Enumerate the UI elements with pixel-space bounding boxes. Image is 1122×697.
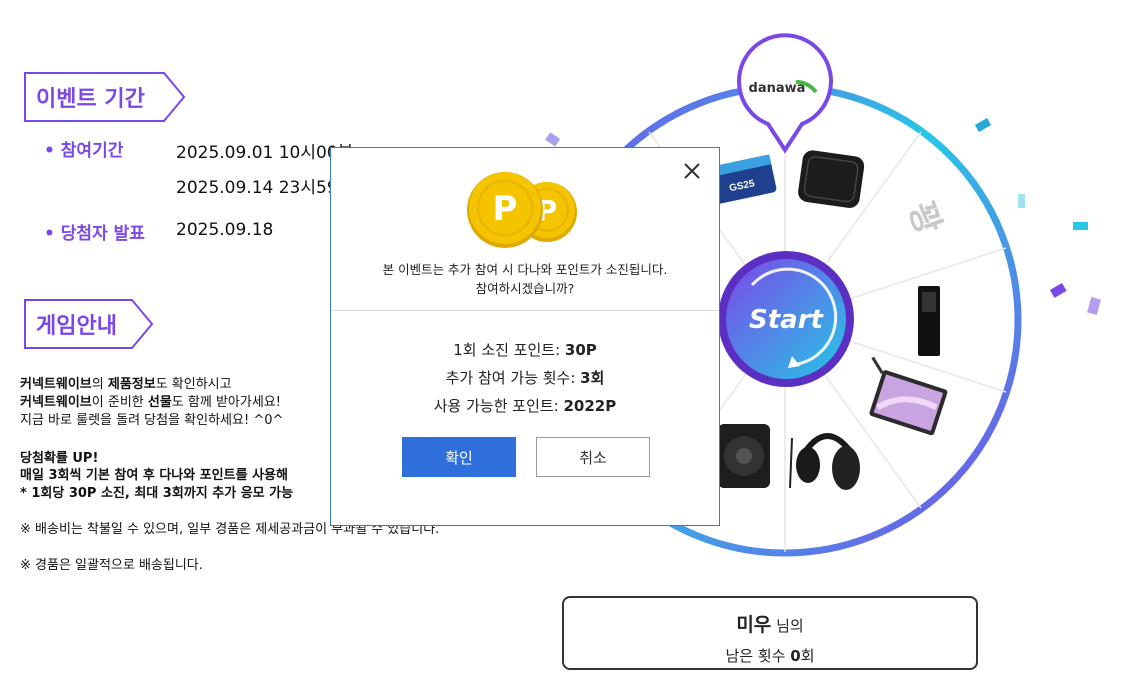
remaining-user: 미우 님의 xyxy=(564,610,976,637)
user-name: 미우 xyxy=(736,614,772,636)
point-stats: 1회 소진 포인트: 30P 추가 참여 가능 횟수: 3회 사용 가능한 포인… xyxy=(331,336,719,420)
extra-label: 추가 참여 가능 횟수: xyxy=(445,369,581,387)
dialog-message-line2: 참여하시겠습니까? xyxy=(475,281,575,296)
confetti-piece xyxy=(974,118,992,132)
close-icon[interactable] xyxy=(681,160,703,182)
user-suffix: 님의 xyxy=(771,617,804,635)
cost-row: 1회 소진 포인트: 30P xyxy=(331,336,719,364)
dialog-divider xyxy=(331,310,719,311)
confetti-piece xyxy=(1049,283,1067,298)
coin-letter: P xyxy=(493,189,518,229)
dialog-message: 본 이벤트는 추가 참여 시 다나와 포인트가 소진됩니다. 참여하시겠습니까? xyxy=(331,260,719,298)
prize-cooler xyxy=(718,424,770,488)
prize-pouch xyxy=(798,150,865,208)
count-unit: 회 xyxy=(800,647,815,665)
confetti-piece xyxy=(545,132,561,147)
confetti-piece xyxy=(1018,194,1025,208)
available-value: 2022P xyxy=(563,397,617,415)
available-row: 사용 가능한 포인트: 2022P xyxy=(331,392,719,420)
cancel-button[interactable]: 취소 xyxy=(536,437,650,477)
confetti-piece xyxy=(1073,222,1088,230)
remaining-count: 남은 횟수 0회 xyxy=(564,645,976,666)
point-confirm-dialog: P P 본 이벤트는 추가 참여 시 다나와 포인트가 소진됩니다. 참여하시겠… xyxy=(330,147,720,526)
dialog-message-line1: 본 이벤트는 추가 참여 시 다나와 포인트가 소진됩니다. xyxy=(382,262,668,277)
prize-ssd xyxy=(918,286,940,356)
confetti-piece xyxy=(1087,296,1101,316)
extra-row: 추가 참여 가능 횟수: 3회 xyxy=(331,364,719,392)
count-label: 남은 횟수 xyxy=(725,647,791,665)
coin-icon: P P xyxy=(467,172,577,248)
cost-label: 1회 소진 포인트: xyxy=(453,341,565,359)
available-label: 사용 가능한 포인트: xyxy=(433,397,564,415)
remaining-count-box: 미우 님의 남은 횟수 0회 xyxy=(562,596,978,670)
count-value: 0 xyxy=(790,647,801,665)
confirm-button[interactable]: 확인 xyxy=(402,437,516,477)
extra-value: 3회 xyxy=(580,369,605,387)
start-button[interactable]: Start xyxy=(718,251,854,387)
start-label: Start xyxy=(749,305,825,335)
cost-value: 30P xyxy=(564,341,597,359)
